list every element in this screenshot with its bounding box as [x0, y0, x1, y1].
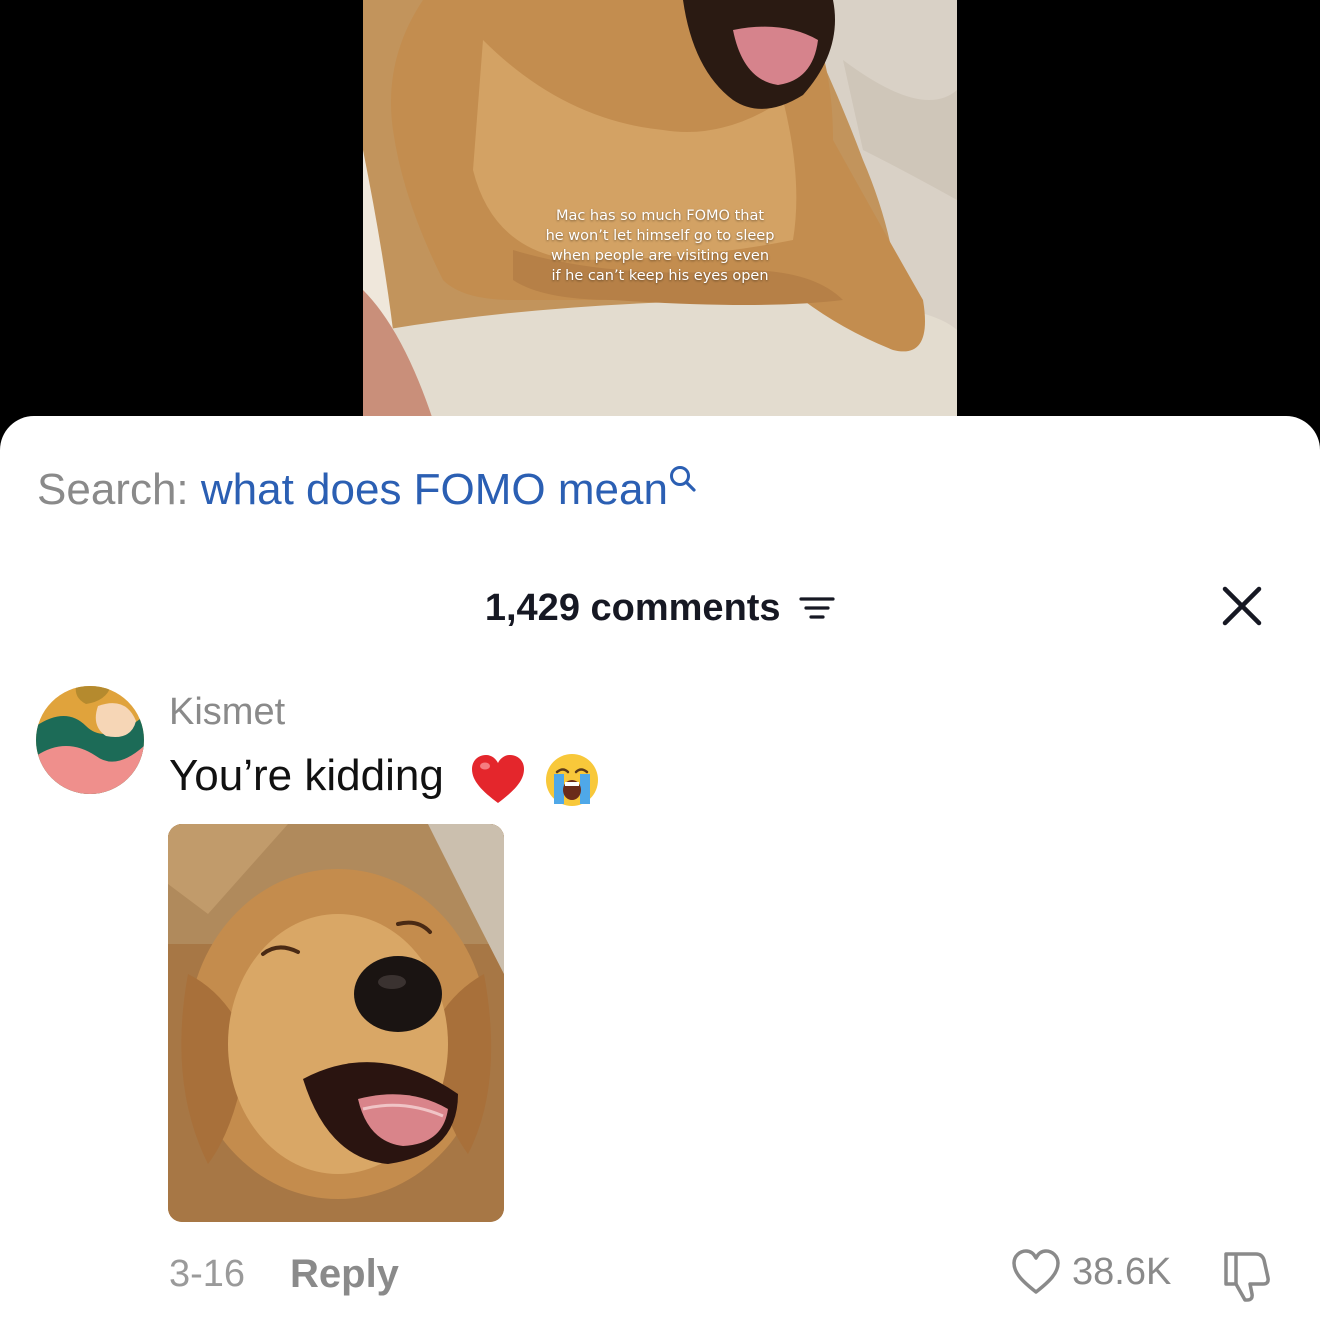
comments-sheet: Search: what does FOMO mean 1,429 commen… — [0, 416, 1320, 1320]
video-player[interactable]: Mac has so much FOMO that he won’t let h… — [363, 0, 957, 420]
search-label: Search: — [37, 465, 189, 514]
smiling-dog-photo — [168, 824, 504, 1222]
red-heart-emoji — [472, 754, 525, 803]
loudly-crying-face-emoji — [546, 753, 599, 806]
comment-text: You’re kidding — [169, 751, 444, 800]
caption-line: if he can’t keep his eyes open — [551, 268, 769, 284]
app-screen: Mac has so much FOMO that he won’t let h… — [0, 0, 1320, 1320]
comment-body: You’re kidding — [169, 748, 600, 808]
search-icon[interactable] — [668, 464, 698, 494]
comments-header: 1,429 comments — [0, 581, 1320, 633]
close-icon[interactable] — [1218, 582, 1266, 630]
avatar-image — [36, 686, 144, 794]
avatar[interactable] — [36, 686, 144, 794]
search-suggestion[interactable]: Search: what does FOMO mean — [37, 460, 698, 520]
heart-outline-icon[interactable] — [1010, 1248, 1062, 1296]
comment-attached-image[interactable] — [168, 824, 504, 1222]
caption-line: when people are visiting even — [550, 248, 770, 264]
comment-username[interactable]: Kismet — [169, 688, 285, 736]
caption-line: Mac has so much FOMO that — [555, 208, 765, 224]
caption-line: he won’t let himself go to sleep — [545, 228, 775, 244]
search-query-link[interactable]: what does FOMO mean — [201, 465, 668, 514]
comment-emojis — [470, 749, 600, 807]
comment-date: 3-16 — [169, 1253, 246, 1295]
like-count: 38.6K — [1072, 1250, 1172, 1293]
comments-count: 1,429 comments — [484, 586, 781, 629]
like-button[interactable]: 38.6K — [1010, 1248, 1171, 1300]
reply-button[interactable]: Reply — [290, 1248, 399, 1300]
thumbs-down-icon[interactable] — [1218, 1248, 1274, 1304]
video-caption: Mac has so much FOMO that he won’t let h… — [363, 206, 957, 286]
sort-filter-icon[interactable] — [799, 593, 835, 623]
